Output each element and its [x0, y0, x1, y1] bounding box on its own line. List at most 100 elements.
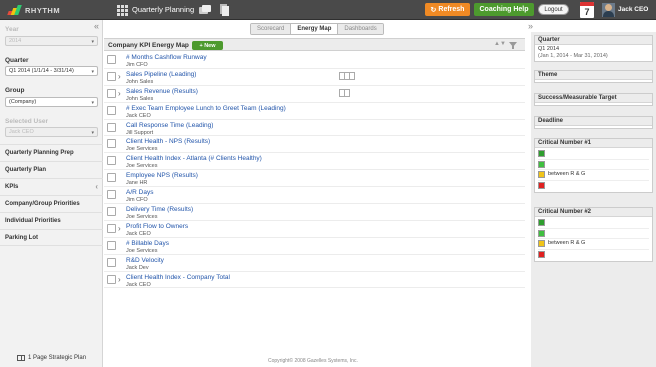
selected-user-select[interactable]: Jack CEO ▾	[5, 127, 98, 137]
kpi-title[interactable]: Client Health Index - Atlanta (# Clients…	[126, 155, 262, 162]
kpi-title[interactable]: A/R Days	[126, 189, 153, 196]
sidebar-item-quarterly-plan[interactable]: Quarterly Plan	[0, 161, 103, 178]
table-row[interactable]: # Billable Days Joe Services	[104, 238, 525, 255]
traffic-light-row	[538, 250, 649, 261]
tab-scorecard[interactable]: Scorecard	[251, 24, 292, 34]
row-checkbox[interactable]	[107, 223, 116, 233]
table-row[interactable]: R&D Velocity Jack Dev	[104, 255, 525, 272]
calendar-icon[interactable]: 7	[580, 2, 594, 18]
theme-card[interactable]: Theme	[534, 70, 653, 83]
status-box[interactable]	[349, 71, 355, 80]
one-page-strategic-plan-link[interactable]: 1 Page Strategic Plan	[17, 355, 86, 361]
group-select[interactable]: (Company) ▾	[5, 97, 98, 107]
status-box[interactable]	[344, 88, 350, 97]
row-checkbox[interactable]	[107, 88, 116, 98]
new-kpi-button[interactable]: + New	[192, 41, 223, 50]
refresh-button[interactable]: ↻ Refresh	[425, 3, 470, 16]
row-checkbox[interactable]	[107, 257, 116, 267]
row-checkbox[interactable]	[107, 122, 116, 132]
target-card[interactable]: Success/Measurable Target	[534, 93, 653, 106]
kpi-title[interactable]: Delivery Time (Results)	[126, 206, 193, 213]
collapse-left-icon[interactable]: «	[94, 21, 99, 31]
row-checkbox[interactable]	[107, 71, 116, 81]
kpi-title[interactable]: Profit Flow to Owners	[126, 223, 188, 230]
sidebar-item-company-group-priorities[interactable]: Company/Group Priorities	[0, 195, 103, 212]
table-row[interactable]: Employee NPS (Results) Jane HR	[104, 170, 525, 188]
traffic-light-swatch	[538, 219, 545, 227]
kpi-title[interactable]: Client Health - NPS (Results)	[126, 138, 210, 145]
tab-dashboards[interactable]: Dashboards	[338, 24, 383, 34]
quarter-card-title: Quarter	[535, 36, 652, 45]
row-checkbox[interactable]	[107, 274, 116, 284]
chevron-down-icon: ▾	[91, 69, 94, 75]
critical-number-2-title: Critical Number #2	[535, 208, 652, 217]
traffic-light-row	[538, 160, 649, 170]
collapse-right-icon[interactable]: »	[528, 21, 533, 31]
row-checkbox[interactable]	[107, 139, 116, 149]
traffic-light-row	[538, 149, 649, 160]
kpi-owner: Jim CFO	[126, 197, 148, 204]
table-row[interactable]: › Sales Revenue (Results) John Sales	[104, 86, 525, 103]
traffic-light-swatch	[538, 160, 545, 168]
sidebar-item-parking-lot[interactable]: Parking Lot	[0, 229, 103, 246]
logout-button[interactable]: Logout	[538, 4, 569, 15]
coaching-help-button[interactable]: Coaching Help	[474, 3, 534, 16]
row-checkbox[interactable]	[107, 240, 116, 250]
tab-energy-map[interactable]: Energy Map	[291, 24, 339, 34]
kpi-title[interactable]: Employee NPS (Results)	[126, 172, 198, 179]
rhythm-logo[interactable]: RHYTHM	[7, 4, 61, 16]
filter-icon[interactable]	[509, 42, 517, 49]
chevron-right-icon[interactable]: ›	[118, 72, 121, 81]
table-row[interactable]: › Client Health Index - Company Total Jack…	[104, 272, 525, 289]
table-row[interactable]: Client Health - NPS (Results) Joe Service…	[104, 136, 525, 154]
target-card-title: Success/Measurable Target	[535, 94, 652, 103]
quarter-select[interactable]: Q1 2014 (1/1/14 - 3/31/14) ▾	[5, 66, 98, 76]
kpi-title[interactable]: Sales Revenue (Results)	[126, 88, 198, 95]
chevron-right-icon[interactable]: ›	[118, 275, 121, 284]
rhythm-logo-icon	[7, 5, 22, 15]
quarter-card-value: Q1 2014	[538, 46, 560, 52]
chat-bubbles-icon[interactable]	[199, 5, 211, 15]
table-row[interactable]: # Exec Team Employee Lunch to Greet Team…	[104, 103, 525, 120]
sidebar-item-kpis[interactable]: KPIs ‹	[0, 178, 103, 195]
sidebar-item-individual-priorities[interactable]: Individual Priorities	[0, 212, 103, 229]
kpi-title[interactable]: Call Response Time (Leading)	[126, 122, 213, 129]
refresh-icon: ↻	[430, 6, 437, 14]
table-row[interactable]: Call Response Time (Leading) Jill Support	[104, 120, 525, 137]
kpi-title[interactable]: # Exec Team Employee Lunch to Greet Team…	[126, 105, 286, 112]
year-select[interactable]: 2014 ▾	[5, 36, 98, 46]
row-checkbox[interactable]	[107, 207, 116, 217]
table-row[interactable]: Delivery Time (Results) Joe Services	[104, 204, 525, 221]
status-boxes	[339, 88, 350, 97]
row-checkbox[interactable]	[107, 190, 116, 200]
logo-text: RHYTHM	[25, 5, 61, 15]
kpi-title[interactable]: Client Health Index - Company Total	[126, 274, 230, 281]
chevron-right-icon[interactable]: ›	[118, 224, 121, 233]
sort-icon[interactable]: ▲▼	[494, 41, 506, 47]
row-checkbox[interactable]	[107, 55, 116, 64]
table-row[interactable]: Client Health Index - Atlanta (# Clients…	[104, 153, 525, 171]
deadline-card[interactable]: Deadline	[534, 116, 653, 129]
documents-icon[interactable]	[220, 4, 230, 16]
sidebar-item-quarterly-planning-prep[interactable]: Quarterly Planning Prep	[0, 144, 103, 161]
user-name[interactable]: Jack CEO	[618, 6, 648, 13]
quarter-card-range: (Jan 1, 2014 - Mar 31, 2014)	[538, 53, 608, 59]
page-title: Company KPI Energy Map	[108, 42, 189, 49]
kpi-title[interactable]: # Months Cashflow Runway	[126, 54, 207, 61]
calendar-day: 7	[584, 7, 590, 17]
chevron-right-icon[interactable]: ›	[118, 89, 121, 98]
kpi-title[interactable]: Sales Pipeline (Leading)	[126, 71, 196, 78]
row-checkbox[interactable]	[107, 156, 116, 166]
table-row[interactable]: A/R Days Jim CFO	[104, 187, 525, 205]
table-row[interactable]: › Profit Flow to Owners Jack CEO	[104, 221, 525, 238]
kpi-title[interactable]: R&D Velocity	[126, 257, 164, 264]
right-panel: Quarter Q1 2014 (Jan 1, 2014 - Mar 31, 2…	[531, 32, 656, 367]
row-checkbox[interactable]	[107, 105, 116, 115]
apps-grid-icon[interactable]	[116, 4, 128, 16]
avatar[interactable]	[602, 3, 615, 17]
kpi-owner: Jim CFO	[126, 62, 148, 68]
row-checkbox[interactable]	[107, 173, 116, 183]
table-row[interactable]: › Sales Pipeline (Leading) John Sales	[104, 69, 525, 86]
table-row[interactable]: # Months Cashflow Runway Jim CFO	[104, 52, 525, 69]
kpi-title[interactable]: # Billable Days	[126, 240, 169, 247]
